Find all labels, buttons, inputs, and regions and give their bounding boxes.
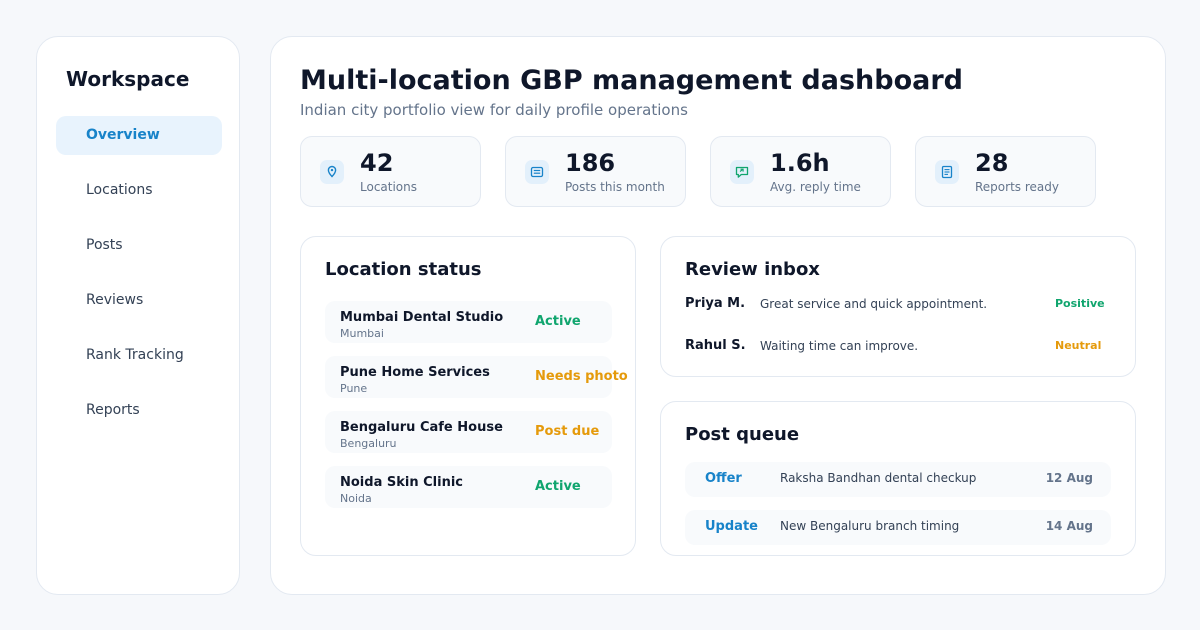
sidebar-item-locations[interactable]: Locations [56, 171, 222, 210]
status-badge: Post due [535, 424, 600, 439]
stat-label: Locations [360, 180, 418, 194]
panel-title: Post queue [685, 424, 800, 445]
stat-card-posts: 186 Posts this month [505, 136, 686, 207]
location-row-noida[interactable]: Noida Skin Clinic Noida Active [325, 466, 612, 508]
review-row[interactable]: Priya M. Great service and quick appoint… [685, 296, 1105, 316]
stat-value: 1.6h [770, 149, 830, 177]
stat-card-reply-time: 1.6h Avg. reply time [710, 136, 891, 207]
review-row[interactable]: Rahul S. Waiting time can improve. Neutr… [685, 338, 1105, 358]
post-title: Raksha Bandhan dental checkup [780, 471, 977, 485]
page-subtitle: Indian city portfolio view for daily pro… [300, 101, 688, 119]
sidebar-item-rank-tracking[interactable]: Rank Tracking [56, 336, 222, 375]
review-author: Priya M. [685, 296, 746, 311]
review-author: Rahul S. [685, 338, 746, 353]
review-inbox-panel: Review inbox Priya M. Great service and … [660, 236, 1136, 377]
sidebar-title: Workspace [66, 67, 190, 91]
post-date: 12 Aug [1045, 471, 1093, 485]
panel-title: Review inbox [685, 259, 820, 280]
location-name: Noida Skin Clinic [340, 475, 463, 490]
review-text: Waiting time can improve. [760, 339, 919, 353]
stat-value: 42 [360, 149, 394, 177]
location-row-pune[interactable]: Pune Home Services Pune Needs photo [325, 356, 628, 398]
page-title: Multi-location GBP management dashboard [300, 65, 963, 96]
stat-label: Avg. reply time [770, 180, 861, 194]
post-type: Offer [705, 471, 742, 486]
sidebar: Workspace Overview Locations Posts Revie… [36, 36, 240, 595]
location-city: Pune [340, 382, 368, 395]
post-date: 14 Aug [1045, 519, 1093, 533]
panel-title: Location status [325, 259, 482, 280]
location-city: Mumbai [340, 327, 384, 340]
map-pin-icon [320, 160, 344, 184]
location-row-bengaluru[interactable]: Bengaluru Cafe House Bengaluru Post due [325, 411, 612, 453]
sidebar-item-reviews[interactable]: Reviews [56, 281, 222, 320]
location-name: Pune Home Services [340, 365, 490, 380]
status-badge: Active [535, 479, 581, 494]
location-name: Mumbai Dental Studio [340, 310, 504, 325]
sidebar-item-reports[interactable]: Reports [56, 391, 222, 430]
post-title: New Bengaluru branch timing [780, 519, 960, 533]
review-text: Great service and quick appointment. [760, 297, 988, 311]
stat-value: 186 [565, 149, 616, 177]
location-status-panel: Location status Mumbai Dental Studio Mum… [300, 236, 636, 556]
post-queue-panel: Post queue Offer Raksha Bandhan dental c… [660, 401, 1136, 556]
location-name: Bengaluru Cafe House [340, 420, 503, 435]
post-row[interactable]: Offer Raksha Bandhan dental checkup 12 A… [685, 462, 1111, 497]
chat-reply-icon [730, 160, 754, 184]
location-city: Bengaluru [340, 437, 397, 450]
stat-card-reports: 28 Reports ready [915, 136, 1096, 207]
location-city: Noida [340, 492, 372, 505]
post-type: Update [705, 519, 758, 534]
stat-label: Reports ready [975, 180, 1059, 194]
sidebar-item-overview[interactable]: Overview [56, 116, 222, 155]
report-icon [935, 160, 959, 184]
document-icon [525, 160, 549, 184]
stat-value: 28 [975, 149, 1009, 177]
sentiment-badge: Neutral [1055, 339, 1102, 352]
status-badge: Active [535, 314, 581, 329]
sidebar-item-posts[interactable]: Posts [56, 226, 222, 265]
main-content: Multi-location GBP management dashboard … [270, 36, 1166, 595]
stat-label: Posts this month [565, 180, 665, 194]
post-row[interactable]: Update New Bengaluru branch timing 14 Au… [685, 510, 1111, 545]
location-row-mumbai[interactable]: Mumbai Dental Studio Mumbai Active [325, 301, 612, 343]
status-badge: Needs photo [535, 369, 628, 384]
sentiment-badge: Positive [1055, 297, 1105, 310]
stat-card-locations: 42 Locations [300, 136, 481, 207]
